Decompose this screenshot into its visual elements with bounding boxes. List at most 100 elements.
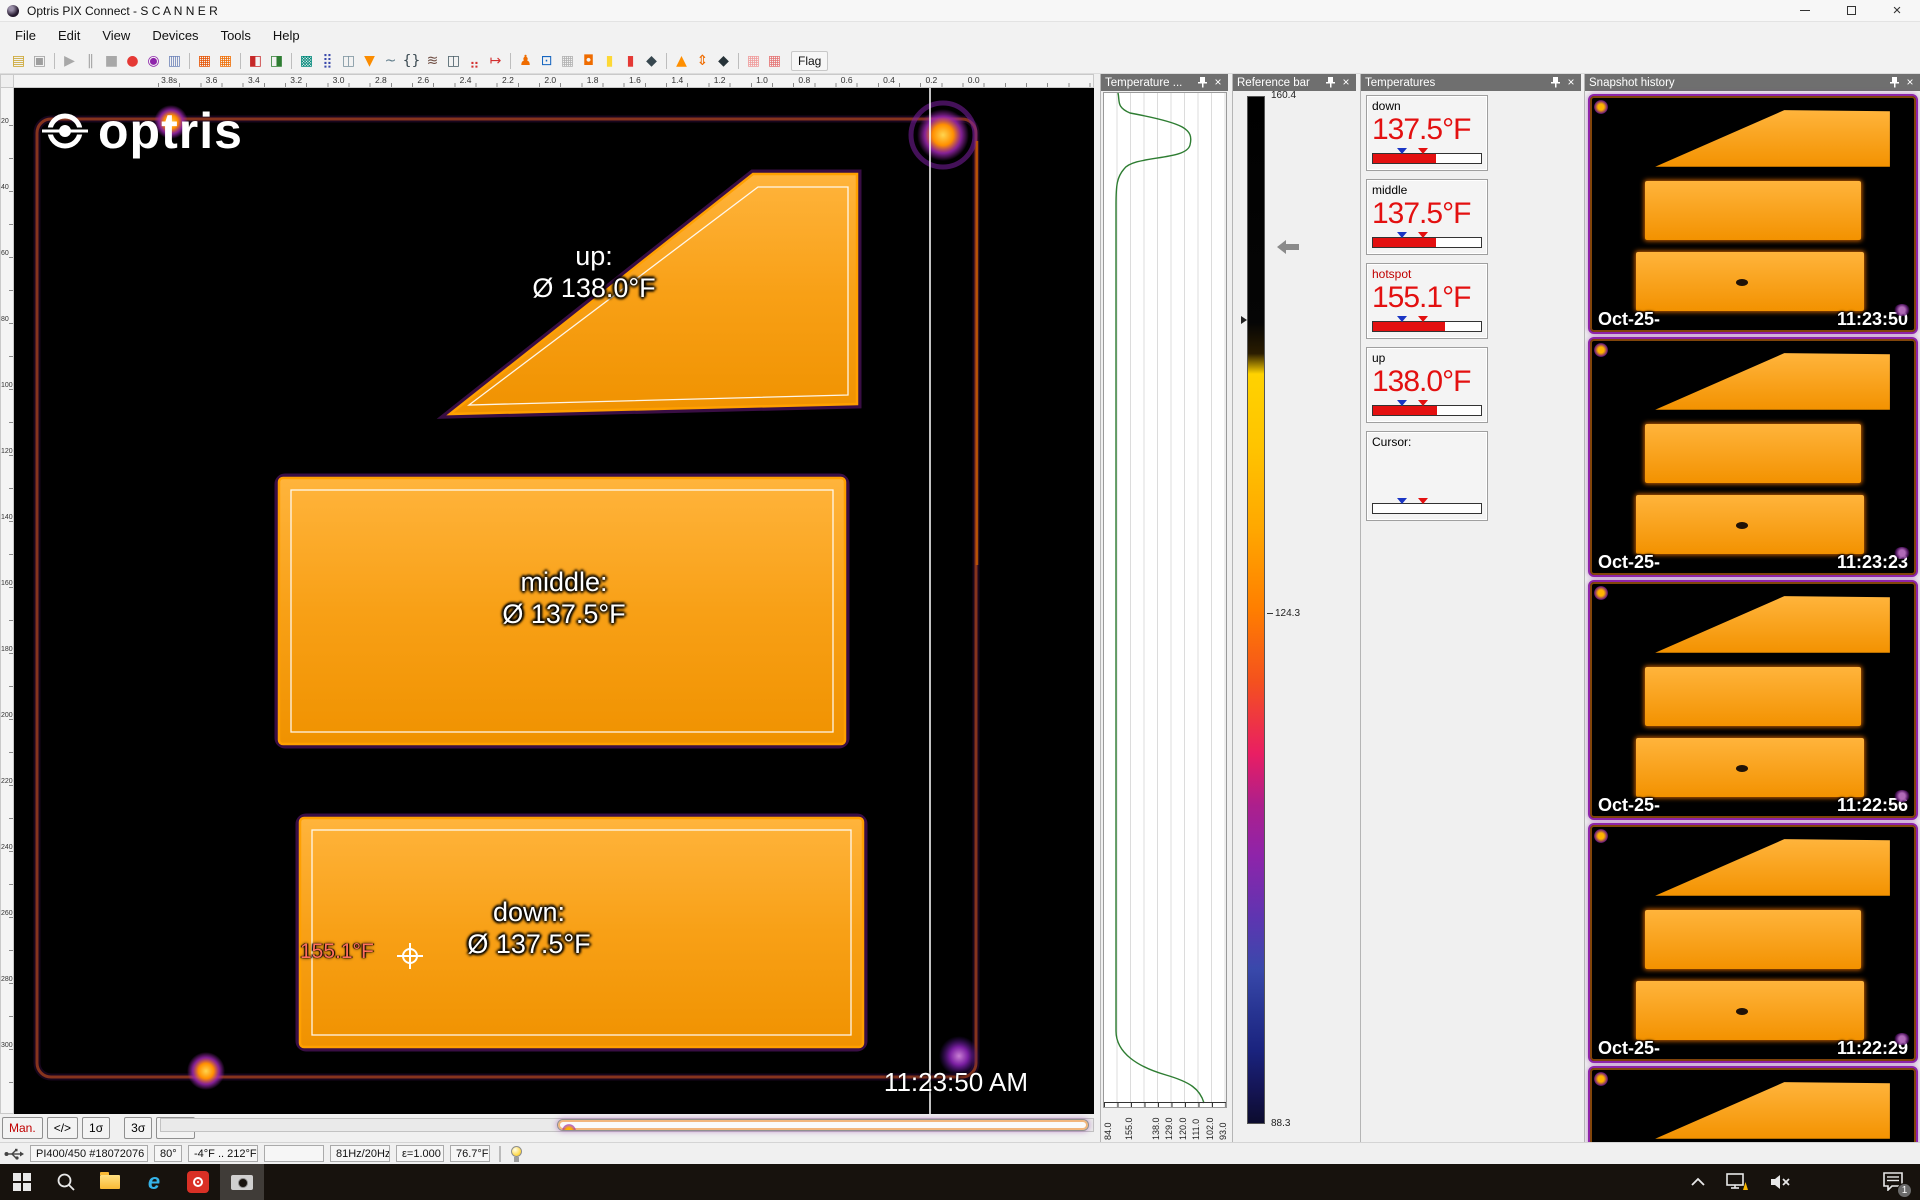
ruler-label: 2.6 — [402, 75, 444, 87]
scale-red-icon[interactable]: ▮ — [620, 51, 641, 71]
scale-yellow-icon[interactable]: ▮ — [599, 51, 620, 71]
profile-curve-icon[interactable]: ~ — [380, 51, 401, 71]
ruler-label: 0.8 — [783, 75, 825, 87]
snapshot-camera-icon[interactable]: ◉ — [143, 51, 164, 71]
braces-icon[interactable]: {} — [401, 51, 422, 71]
snapshot-thumbnail[interactable]: Oct-25- 11:23:23 — [1588, 337, 1918, 577]
network-warning-icon[interactable] — [1726, 1172, 1750, 1192]
ruler-label: 20 — [1, 118, 13, 184]
snapshot-thumbnail[interactable] — [1588, 1066, 1918, 1142]
profile-curve — [1104, 93, 1228, 1109]
hotspot-drop-icon[interactable]: ▼ — [359, 51, 380, 71]
gray-panel-icon[interactable]: ▦ — [557, 51, 578, 71]
speaker-muted-icon[interactable] — [1770, 1173, 1792, 1191]
temperature-bar-fill — [1373, 154, 1436, 163]
app-icon — [7, 5, 19, 17]
file-explorer-button[interactable] — [88, 1164, 132, 1200]
digital-display-icon[interactable]: ◫ — [443, 51, 464, 71]
split-arrows-icon[interactable]: ⇕ — [692, 51, 713, 71]
horizontal-scrollbar[interactable] — [160, 1118, 1094, 1132]
menu-item[interactable]: Devices — [141, 25, 209, 46]
palette-icon[interactable]: ▩ — [296, 51, 317, 71]
device-window-2-icon[interactable]: ▦ — [215, 51, 236, 71]
stop-icon[interactable]: ■ — [101, 51, 122, 71]
maximize-button[interactable] — [1828, 0, 1874, 22]
snapshot-thumbnail[interactable]: Oct-25- 11:23:50 — [1588, 94, 1918, 334]
reference-color-bar[interactable] — [1247, 96, 1265, 1124]
red-bars-icon[interactable]: ⣤ — [464, 51, 485, 71]
temperature-profile-panel: Temperature ... × 155.0138.0129.0120.011… — [1100, 74, 1228, 1142]
open-file-icon[interactable]: ▤ — [8, 51, 29, 71]
dark-tools-icon[interactable]: ◆ — [713, 51, 734, 71]
close-icon[interactable]: × — [1904, 77, 1916, 89]
lamp-toggle-icon[interactable] — [510, 1146, 523, 1162]
play-icon[interactable]: ▶ — [59, 51, 80, 71]
flag-button[interactable]: Flag — [791, 51, 828, 71]
snapshot-shape-down — [1636, 252, 1864, 311]
thermal-image-view[interactable]: optris up: Ø 138.0°F middle: Ø 137.5°F d… — [14, 88, 1094, 1114]
pin-icon[interactable] — [1197, 77, 1207, 88]
status-field: PI400/450 #18072076 — [30, 1145, 148, 1162]
internet-explorer-button[interactable]: e — [132, 1164, 176, 1200]
temperature-bar-fill — [1373, 322, 1445, 331]
flame-range-icon[interactable]: ▲ — [671, 51, 692, 71]
reference-arrow-icon[interactable] — [1277, 240, 1299, 254]
close-icon[interactable]: × — [1340, 77, 1352, 89]
temperature-card-value: 138.0°F — [1372, 365, 1482, 399]
layout-green-icon[interactable]: ◨ — [266, 51, 287, 71]
menu-item[interactable]: File — [4, 25, 47, 46]
start-button[interactable] — [0, 1164, 44, 1200]
temperature-card-label: down — [1372, 99, 1482, 113]
person-icon[interactable]: ♟ — [515, 51, 536, 71]
mode-button[interactable]: Man. — [2, 1117, 43, 1139]
capture-app-button[interactable] — [220, 1164, 264, 1200]
diagram-lines-icon[interactable]: ≋ — [422, 51, 443, 71]
recorder-pink-icon[interactable]: ▦ — [743, 51, 764, 71]
reference-range-marker[interactable] — [1241, 316, 1247, 324]
close-icon[interactable]: × — [1565, 77, 1577, 89]
bar-marker-blue-icon — [1397, 316, 1407, 322]
mode-button[interactable]: </> — [47, 1117, 78, 1139]
record-icon[interactable]: ● — [122, 51, 143, 71]
snapshot-shape-up — [1655, 1082, 1890, 1139]
recorder-pink-2-icon[interactable]: ▦ — [764, 51, 785, 71]
ruler-label: 3.6 — [190, 75, 232, 87]
bar-marker-blue-icon — [1397, 148, 1407, 154]
zoom-selection-icon[interactable]: ⊡ — [536, 51, 557, 71]
pin-icon[interactable] — [1550, 77, 1560, 88]
mode-button[interactable]: 3σ — [124, 1117, 152, 1139]
minimize-button[interactable] — [1782, 0, 1828, 22]
merge-colors-icon[interactable]: ◘ — [578, 51, 599, 71]
menu-item[interactable]: View — [91, 25, 141, 46]
search-button[interactable] — [44, 1164, 88, 1200]
scrollbar-thumb[interactable] — [557, 1119, 1089, 1131]
snapshot-shape-down — [1636, 495, 1864, 554]
tools-icon[interactable]: ◆ — [641, 51, 662, 71]
pin-icon[interactable] — [1325, 77, 1335, 88]
menu-item[interactable]: Tools — [210, 25, 262, 46]
image-timestamp: 11:23:50 AM — [884, 1067, 1028, 1098]
snapshot-panel-header: Snapshot history × — [1585, 74, 1920, 91]
close-icon[interactable]: × — [1212, 77, 1224, 89]
layout-red-icon[interactable]: ◧ — [245, 51, 266, 71]
mode-button[interactable]: 1σ — [82, 1117, 110, 1139]
menu-item[interactable]: Edit — [47, 25, 91, 46]
notification-center-button[interactable]: 1 — [1882, 1171, 1906, 1193]
close-button[interactable]: × — [1874, 0, 1920, 22]
display-mode-icon[interactable]: ◫ — [338, 51, 359, 71]
optris-pix-connect-button[interactable] — [176, 1164, 220, 1200]
toolbar-separator — [291, 53, 292, 69]
snapshot-thumbnail[interactable]: Oct-25- 11:22:29 — [1588, 823, 1918, 1063]
pause-icon[interactable]: ‖ — [80, 51, 101, 71]
histogram-icon[interactable]: ⣿ — [317, 51, 338, 71]
ruler-label: 100 — [1, 382, 13, 448]
ruler-label: 1.2 — [698, 75, 740, 87]
pin-icon[interactable] — [1889, 77, 1899, 88]
copy-icon[interactable]: ▥ — [164, 51, 185, 71]
menu-item[interactable]: Help — [262, 25, 311, 46]
save-icon[interactable]: ▣ — [29, 51, 50, 71]
tray-chevron-up-icon[interactable] — [1690, 1177, 1706, 1187]
snapshot-thumbnail[interactable]: Oct-25- 11:22:56 — [1588, 580, 1918, 820]
arrow-right-icon[interactable]: ↦ — [485, 51, 506, 71]
device-window-icon[interactable]: ▦ — [194, 51, 215, 71]
